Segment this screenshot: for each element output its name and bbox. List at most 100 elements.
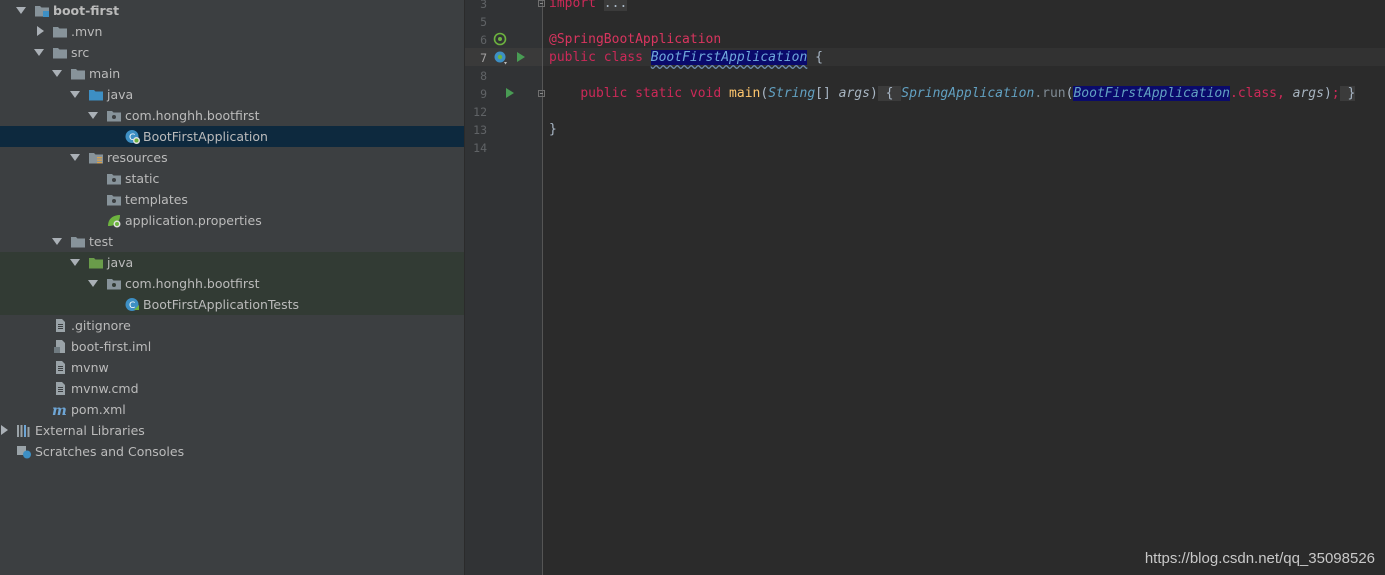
tree-item-test-package[interactable]: com.honghh.bootfirst xyxy=(0,273,464,294)
class-ref-highlight: BootFirstApplication xyxy=(1073,86,1231,101)
run-icon[interactable] xyxy=(516,51,526,63)
module-folder-icon xyxy=(35,6,49,17)
folded-brace[interactable]: } xyxy=(1347,86,1355,101)
tree-item-bootfirstapplication[interactable]: C BootFirstApplication xyxy=(0,126,464,147)
line-number: 13 xyxy=(473,123,487,137)
fold-marker-icon[interactable] xyxy=(538,0,545,7)
tree-item-test-java[interactable]: java xyxy=(0,252,464,273)
line-number: 5 xyxy=(480,15,487,29)
tree-item-scratches[interactable]: Scratches and Consoles xyxy=(0,441,464,462)
chevron-down-icon[interactable] xyxy=(70,91,80,98)
chevron-down-icon[interactable] xyxy=(88,112,98,119)
tree-item-main[interactable]: main xyxy=(0,63,464,84)
project-tree: boot-first .mvn src main java com.honghh… xyxy=(0,0,465,575)
tree-item-label: java xyxy=(107,87,134,102)
chevron-down-icon[interactable] xyxy=(70,259,80,266)
tree-item-test[interactable]: test xyxy=(0,231,464,252)
class-name[interactable]: BootFirstApplication xyxy=(650,50,808,65)
folded-brace[interactable]: { xyxy=(886,86,894,101)
tree-item-label: External Libraries xyxy=(35,423,145,438)
tree-item-mvnw-cmd[interactable]: mvnw.cmd xyxy=(0,378,464,399)
tree-item-pom-xml[interactable]: m pom.xml xyxy=(0,399,464,420)
chevron-down-icon[interactable] xyxy=(70,154,80,161)
chevron-down-icon[interactable] xyxy=(52,70,62,77)
spring-boot-class-icon: C xyxy=(125,130,140,144)
chevron-down-icon[interactable] xyxy=(16,7,26,14)
tree-item-label: application.properties xyxy=(125,213,262,228)
line-number: 3 xyxy=(480,0,487,11)
code-line-7: public class BootFirstApplication { xyxy=(549,49,823,67)
code-editor[interactable]: 3 5 6 7 8 9 12 13 14 import ... @SpringB… xyxy=(465,0,1385,575)
folder-icon xyxy=(71,237,85,248)
tree-item-application-properties[interactable]: application.properties xyxy=(0,210,464,231)
test-source-folder-icon xyxy=(89,258,103,269)
tree-item-gitignore[interactable]: .gitignore xyxy=(0,315,464,336)
chevron-right-icon[interactable] xyxy=(1,425,8,435)
method-call: .run xyxy=(1034,86,1066,101)
file-text-icon xyxy=(56,319,65,332)
tree-item-label: src xyxy=(71,45,90,60)
tree-item-static[interactable]: static xyxy=(0,168,464,189)
spring-boot-run-icon[interactable] xyxy=(493,50,509,66)
iml-file-icon xyxy=(54,340,65,353)
semicolon: ; xyxy=(1331,86,1340,101)
brace: } xyxy=(549,122,557,137)
svg-text:m: m xyxy=(52,403,67,417)
tree-item-label: BootFirstApplicationTests xyxy=(143,297,300,312)
tree-item-label: com.honghh.bootfirst xyxy=(125,108,260,123)
code-line-13: } xyxy=(549,121,557,139)
keyword: public xyxy=(580,86,628,101)
tree-item-java[interactable]: java xyxy=(0,84,464,105)
tree-item-templates[interactable]: templates xyxy=(0,189,464,210)
line-number: 6 xyxy=(480,33,487,47)
fold-marker-icon[interactable] xyxy=(538,90,545,97)
tree-item-label: com.honghh.bootfirst xyxy=(125,276,260,291)
tree-item-boot-first[interactable]: boot-first xyxy=(0,0,464,21)
tree-item-mvnw[interactable]: mvnw xyxy=(0,357,464,378)
file-text-icon xyxy=(56,382,65,395)
tree-item-label: mvnw xyxy=(71,360,109,375)
tree-item-label: test xyxy=(89,234,114,249)
file-text-icon xyxy=(56,361,65,374)
paren: ( xyxy=(760,86,769,101)
folded-imports[interactable]: ... xyxy=(603,0,628,11)
chevron-right-icon[interactable] xyxy=(37,26,44,36)
tree-item-label: pom.xml xyxy=(71,402,126,417)
tree-item-label: Scratches and Consoles xyxy=(35,444,185,459)
chevron-down-icon[interactable] xyxy=(34,49,44,56)
run-main-icon[interactable] xyxy=(505,87,515,99)
tree-item-label: templates xyxy=(125,192,188,207)
tree-item-external-libraries[interactable]: External Libraries xyxy=(0,420,464,441)
gutter-divider xyxy=(542,0,543,575)
tree-item-mvn[interactable]: .mvn xyxy=(0,21,464,42)
array-brackets: [] xyxy=(815,86,831,101)
paren: ) xyxy=(1323,86,1332,101)
chevron-down-icon[interactable] xyxy=(52,238,62,245)
package-icon xyxy=(107,279,121,290)
folder-icon xyxy=(53,48,67,59)
package-icon xyxy=(107,111,121,122)
paren: ) xyxy=(869,86,878,101)
tree-item-label: mvnw.cmd xyxy=(71,381,139,396)
code-line-3: import ... xyxy=(549,0,628,13)
parameter: args xyxy=(1292,86,1324,101)
keyword: static xyxy=(635,86,683,101)
tree-item-label: static xyxy=(125,171,160,186)
folder-icon xyxy=(107,195,121,206)
code-line-9: public static void main(String[] args) {… xyxy=(549,85,1356,103)
tree-item-src[interactable]: src xyxy=(0,42,464,63)
tree-item-package[interactable]: com.honghh.bootfirst xyxy=(0,105,464,126)
spring-bean-icon[interactable] xyxy=(493,32,507,46)
tree-item-bootfirstapplicationtests[interactable]: C BootFirstApplicationTests xyxy=(0,294,464,315)
type-name: String xyxy=(768,86,816,101)
class-icon: C xyxy=(125,298,139,311)
tree-item-label: .mvn xyxy=(71,24,103,39)
brace: { xyxy=(815,50,823,65)
keyword: .class xyxy=(1230,86,1277,101)
line-number: 12 xyxy=(473,105,487,119)
keyword: void xyxy=(689,86,722,101)
tree-item-boot-first-iml[interactable]: boot-first.iml xyxy=(0,336,464,357)
tree-item-resources[interactable]: resources xyxy=(0,147,464,168)
resources-folder-icon xyxy=(89,153,103,164)
chevron-down-icon[interactable] xyxy=(88,280,98,287)
